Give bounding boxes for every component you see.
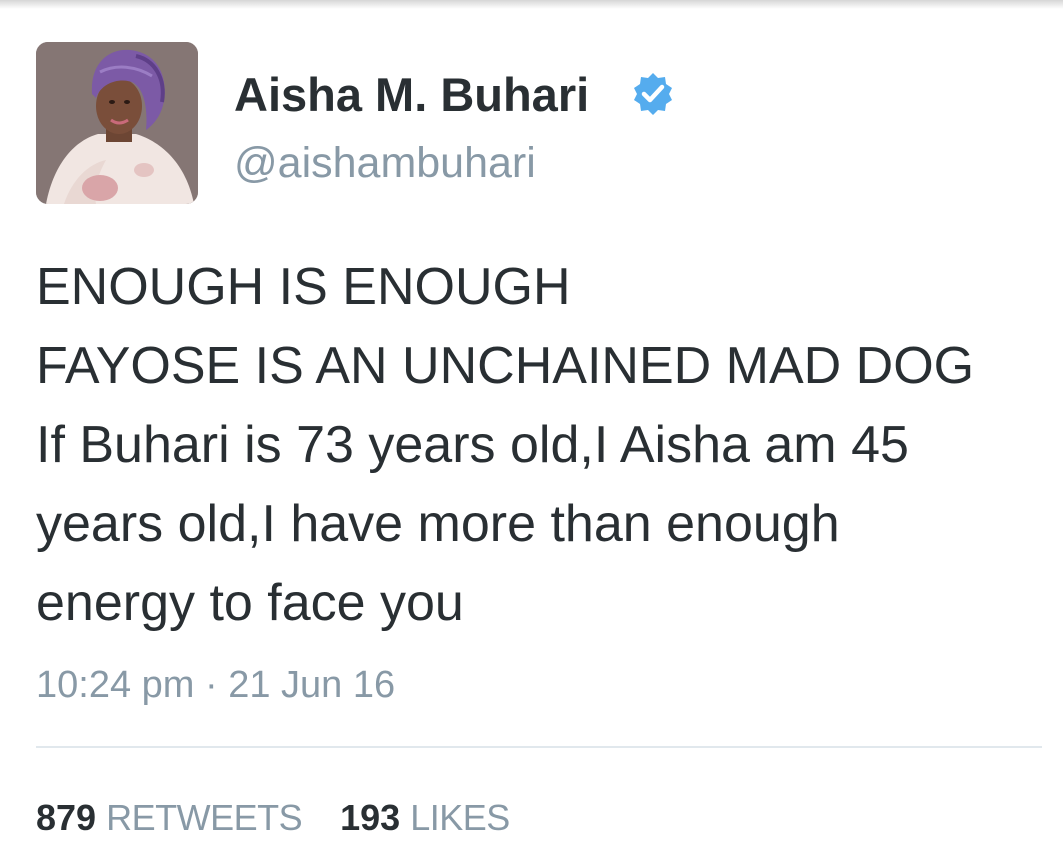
retweets-stat[interactable]: 879 RETWEETS	[36, 794, 303, 842]
retweets-count: 879	[36, 797, 97, 838]
tweet-line: energy to face you	[36, 574, 464, 632]
likes-stat[interactable]: 193 LIKES	[340, 794, 510, 842]
tweet-line: FAYOSE IS AN UNCHAINED MAD DOG	[36, 337, 975, 395]
retweets-label: RETWEETS	[106, 797, 303, 838]
display-name[interactable]: Aisha M. Buhari	[234, 66, 589, 124]
avatar[interactable]	[36, 42, 198, 204]
likes-count: 193	[340, 797, 401, 838]
tweet-stats: 879 RETWEETS 193 LIKES	[36, 794, 510, 842]
user-handle[interactable]: @aishambuhari	[234, 136, 536, 190]
divider	[36, 746, 1042, 748]
tweet-timestamp[interactable]: 10:24 pm · 21 Jun 16	[36, 660, 395, 710]
top-edge-shadow	[0, 0, 1063, 9]
tweet-text: ENOUGH IS ENOUGH FAYOSE IS AN UNCHAINED …	[36, 248, 1056, 643]
likes-label: LIKES	[410, 797, 510, 838]
tweet-line: ENOUGH IS ENOUGH	[36, 258, 571, 316]
avatar-image	[36, 42, 198, 204]
tweet-line: years old,I have more than enough	[36, 495, 840, 553]
tweet-line: If Buhari is 73 years old,I Aisha am 45	[36, 416, 909, 474]
verified-badge-icon	[634, 73, 672, 115]
